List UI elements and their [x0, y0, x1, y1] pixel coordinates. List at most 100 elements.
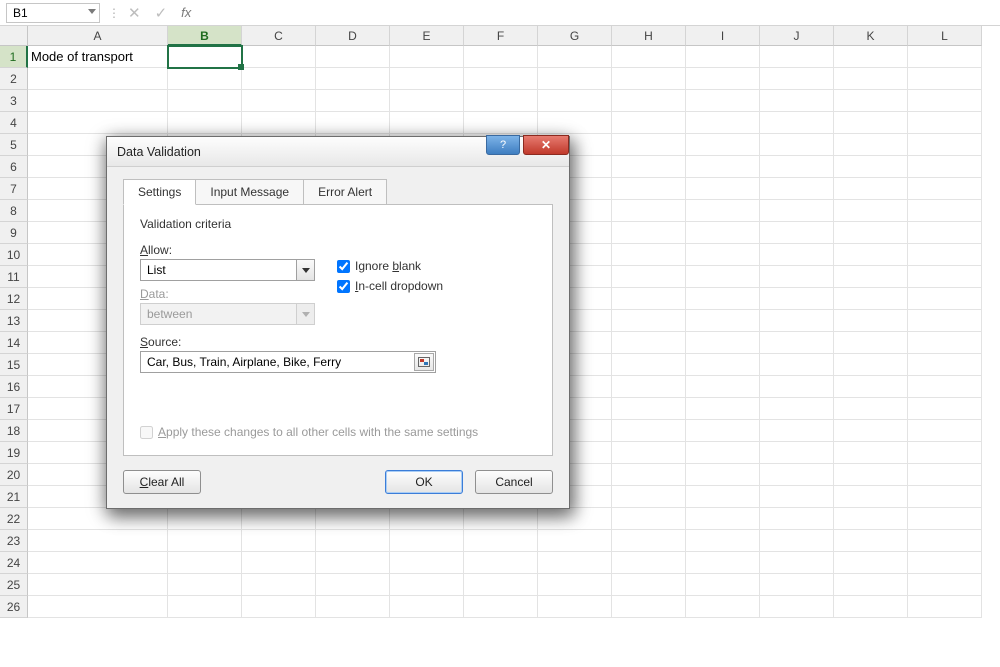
row-header-10[interactable]: 10: [0, 244, 28, 266]
cell-J17[interactable]: [760, 398, 834, 420]
cell-H12[interactable]: [612, 288, 686, 310]
cell-L19[interactable]: [908, 442, 982, 464]
dialog-titlebar[interactable]: Data Validation ? ✕: [107, 137, 569, 167]
range-selector-button[interactable]: [414, 353, 434, 371]
ignore-blank-checkbox[interactable]: Ignore blank: [337, 259, 443, 273]
column-header-B[interactable]: B: [168, 26, 242, 46]
cell-H10[interactable]: [612, 244, 686, 266]
cell-A4[interactable]: [28, 112, 168, 134]
cell-I4[interactable]: [686, 112, 760, 134]
cell-L7[interactable]: [908, 178, 982, 200]
cell-A3[interactable]: [28, 90, 168, 112]
cell-C1[interactable]: [242, 46, 316, 68]
column-header-C[interactable]: C: [242, 26, 316, 46]
cell-J19[interactable]: [760, 442, 834, 464]
cell-J2[interactable]: [760, 68, 834, 90]
cell-J23[interactable]: [760, 530, 834, 552]
cell-I10[interactable]: [686, 244, 760, 266]
cell-I11[interactable]: [686, 266, 760, 288]
cell-I6[interactable]: [686, 156, 760, 178]
cell-H7[interactable]: [612, 178, 686, 200]
cell-I20[interactable]: [686, 464, 760, 486]
cell-I17[interactable]: [686, 398, 760, 420]
row-header-11[interactable]: 11: [0, 266, 28, 288]
cell-L11[interactable]: [908, 266, 982, 288]
chevron-down-icon[interactable]: [88, 9, 96, 14]
in-cell-dropdown-checkbox[interactable]: In-cell dropdown: [337, 279, 443, 293]
cell-K24[interactable]: [834, 552, 908, 574]
tab-input-message[interactable]: Input Message: [195, 179, 304, 205]
cell-G2[interactable]: [538, 68, 612, 90]
column-header-K[interactable]: K: [834, 26, 908, 46]
cell-K11[interactable]: [834, 266, 908, 288]
cell-K13[interactable]: [834, 310, 908, 332]
cell-E26[interactable]: [390, 596, 464, 618]
cell-D2[interactable]: [316, 68, 390, 90]
cell-I13[interactable]: [686, 310, 760, 332]
formula-input[interactable]: [199, 3, 994, 23]
cell-L15[interactable]: [908, 354, 982, 376]
cell-A2[interactable]: [28, 68, 168, 90]
column-header-I[interactable]: I: [686, 26, 760, 46]
cell-K8[interactable]: [834, 200, 908, 222]
cell-I23[interactable]: [686, 530, 760, 552]
row-header-8[interactable]: 8: [0, 200, 28, 222]
cell-C23[interactable]: [242, 530, 316, 552]
close-button[interactable]: ✕: [523, 135, 569, 155]
cell-D24[interactable]: [316, 552, 390, 574]
row-header-9[interactable]: 9: [0, 222, 28, 244]
cell-J7[interactable]: [760, 178, 834, 200]
cell-I9[interactable]: [686, 222, 760, 244]
name-box[interactable]: B1: [6, 3, 100, 23]
cell-C4[interactable]: [242, 112, 316, 134]
cell-H23[interactable]: [612, 530, 686, 552]
cell-H11[interactable]: [612, 266, 686, 288]
cell-H9[interactable]: [612, 222, 686, 244]
cell-A1[interactable]: Mode of transport: [28, 46, 168, 68]
cell-C25[interactable]: [242, 574, 316, 596]
cell-E3[interactable]: [390, 90, 464, 112]
cell-G23[interactable]: [538, 530, 612, 552]
cell-K6[interactable]: [834, 156, 908, 178]
cell-L14[interactable]: [908, 332, 982, 354]
cell-H8[interactable]: [612, 200, 686, 222]
cancel-icon[interactable]: ✕: [128, 4, 141, 22]
allow-dropdown[interactable]: List: [140, 259, 315, 281]
cell-K21[interactable]: [834, 486, 908, 508]
cell-J3[interactable]: [760, 90, 834, 112]
cell-K2[interactable]: [834, 68, 908, 90]
cell-J16[interactable]: [760, 376, 834, 398]
row-header-5[interactable]: 5: [0, 134, 28, 156]
source-input[interactable]: Car, Bus, Train, Airplane, Bike, Ferry: [140, 351, 436, 373]
cell-J13[interactable]: [760, 310, 834, 332]
cell-J9[interactable]: [760, 222, 834, 244]
cell-K17[interactable]: [834, 398, 908, 420]
cell-A26[interactable]: [28, 596, 168, 618]
column-header-H[interactable]: H: [612, 26, 686, 46]
cell-H19[interactable]: [612, 442, 686, 464]
tab-settings[interactable]: Settings: [123, 179, 196, 205]
cell-A25[interactable]: [28, 574, 168, 596]
cell-K12[interactable]: [834, 288, 908, 310]
cell-D1[interactable]: [316, 46, 390, 68]
cell-G26[interactable]: [538, 596, 612, 618]
cell-F25[interactable]: [464, 574, 538, 596]
cell-B1[interactable]: [168, 46, 242, 68]
cell-H13[interactable]: [612, 310, 686, 332]
cell-D3[interactable]: [316, 90, 390, 112]
cell-J26[interactable]: [760, 596, 834, 618]
cell-L10[interactable]: [908, 244, 982, 266]
row-header-18[interactable]: 18: [0, 420, 28, 442]
cancel-button[interactable]: Cancel: [475, 470, 553, 494]
row-header-6[interactable]: 6: [0, 156, 28, 178]
row-header-20[interactable]: 20: [0, 464, 28, 486]
cell-H14[interactable]: [612, 332, 686, 354]
row-header-25[interactable]: 25: [0, 574, 28, 596]
cell-H1[interactable]: [612, 46, 686, 68]
cell-H16[interactable]: [612, 376, 686, 398]
cell-L23[interactable]: [908, 530, 982, 552]
cell-F26[interactable]: [464, 596, 538, 618]
row-header-3[interactable]: 3: [0, 90, 28, 112]
cell-K16[interactable]: [834, 376, 908, 398]
cell-H24[interactable]: [612, 552, 686, 574]
